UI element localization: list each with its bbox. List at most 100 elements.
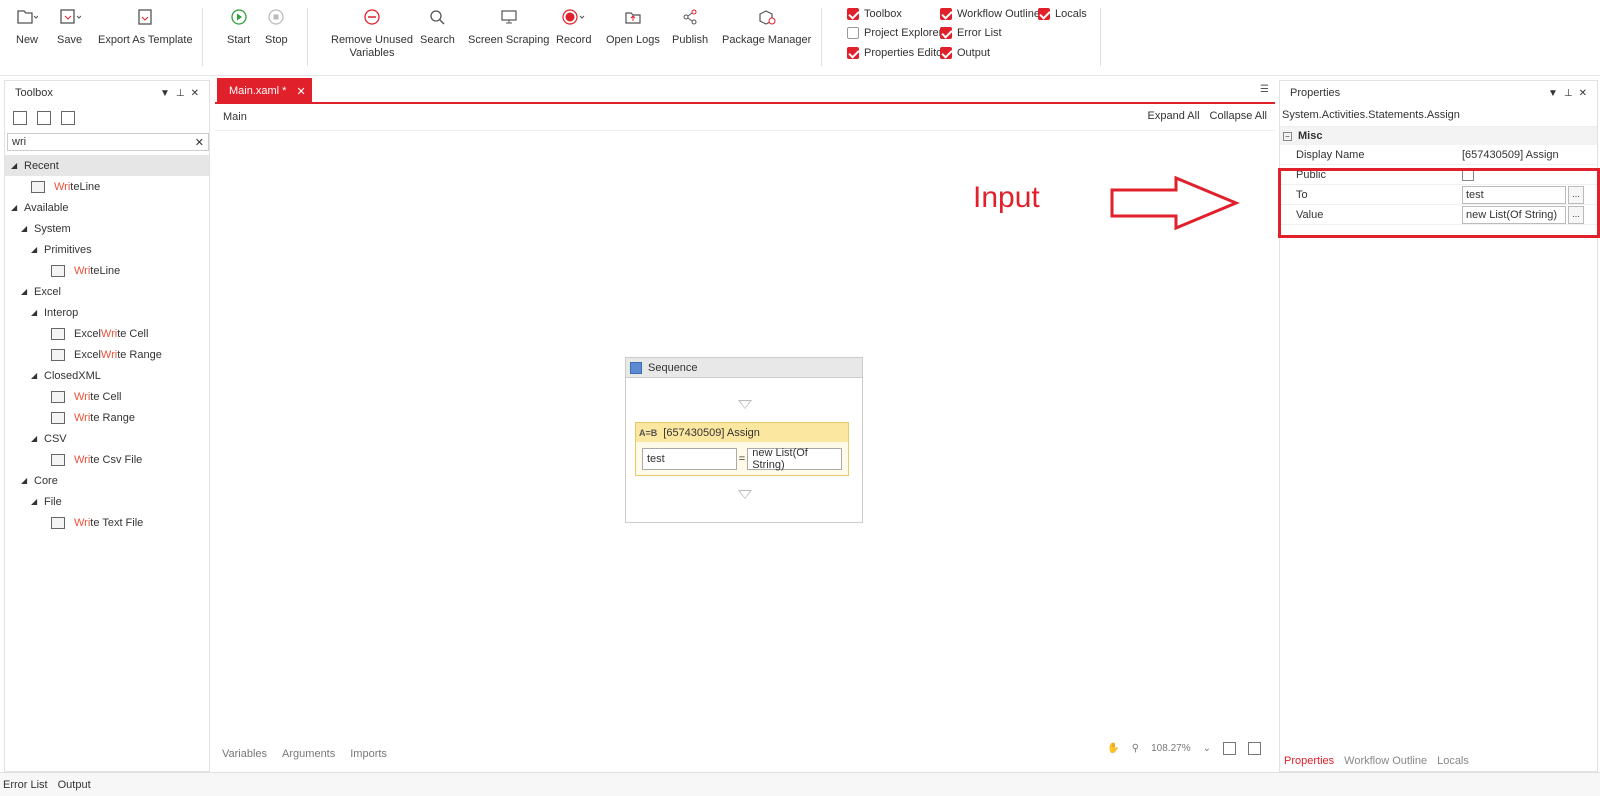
- toolbox-checkbox[interactable]: Toolbox: [847, 8, 902, 20]
- locals-checkbox[interactable]: Locals: [1038, 8, 1087, 20]
- properties-header: Properties ▼ ⊥ ✕: [1280, 81, 1597, 105]
- assign-to-input[interactable]: test: [642, 448, 737, 470]
- properties-activity-type: System.Activities.Statements.Assign: [1280, 105, 1597, 127]
- clear-search-icon[interactable]: ✕: [195, 136, 204, 149]
- zoom-level[interactable]: 108.27%: [1151, 743, 1190, 754]
- tab-close-icon[interactable]: ✕: [296, 85, 305, 98]
- tab-error-list[interactable]: Error List: [3, 779, 48, 791]
- package-manager-button[interactable]: Package Manager: [722, 6, 811, 47]
- tab-list-icon[interactable]: ☰: [1260, 84, 1269, 95]
- collapse-all-link[interactable]: Collapse All: [1210, 110, 1267, 122]
- tree-node-closedxml[interactable]: ◢ ClosedXML: [5, 365, 209, 386]
- collapse-all-icon[interactable]: [37, 111, 51, 125]
- pin-icon[interactable]: ⊥: [1564, 88, 1573, 99]
- close-icon[interactable]: ✕: [191, 88, 199, 99]
- zoom-search-icon[interactable]: ⚲: [1132, 743, 1139, 754]
- tree-node-excel[interactable]: ◢ Excel: [5, 281, 209, 302]
- project-explorer-checkbox[interactable]: Project Explorer: [847, 27, 942, 39]
- tree-node-primitives[interactable]: ◢ Primitives: [5, 239, 209, 260]
- open-logs-button[interactable]: Open Logs: [606, 6, 660, 47]
- tree-item-write-csv-file[interactable]: Wri te Csv File: [5, 449, 209, 470]
- toolbox-search-input[interactable]: wri ✕: [7, 133, 209, 151]
- tree-item-write-cell[interactable]: Wri te Cell: [5, 386, 209, 407]
- collapse-minus-icon[interactable]: −: [1283, 131, 1292, 141]
- remove-unused-variables-button[interactable]: Remove Unused Variables: [331, 6, 413, 60]
- assign-body: test = new List(Of String): [636, 442, 848, 476]
- properties-category-misc[interactable]: − Misc: [1280, 127, 1597, 145]
- play-icon: [230, 6, 248, 28]
- tree-node-available[interactable]: ◢ Available: [5, 197, 209, 218]
- list-view-icon[interactable]: [61, 111, 75, 125]
- search-button[interactable]: Search: [420, 6, 455, 47]
- tab-workflow-outline[interactable]: Workflow Outline: [1344, 755, 1427, 767]
- drop-target-icon[interactable]: [738, 490, 752, 499]
- monitor-icon: [500, 6, 518, 28]
- tab-main-xaml[interactable]: Main.xaml * ✕: [217, 78, 312, 104]
- assign-value-input[interactable]: new List(Of String): [747, 447, 842, 471]
- display-name-value[interactable]: [657430509] Assign: [1462, 149, 1597, 161]
- zoom-dropdown-icon[interactable]: ⌄: [1203, 743, 1211, 754]
- publish-button[interactable]: Publish: [672, 6, 708, 47]
- tree-item-excel-write-cell[interactable]: Excel Wri te Cell: [5, 323, 209, 344]
- export-template-button[interactable]: Export As Template: [98, 6, 193, 47]
- save-button[interactable]: Save: [57, 6, 82, 47]
- expanded-triangle-icon: ◢: [21, 476, 28, 485]
- error-list-checkbox[interactable]: Error List: [940, 27, 1002, 39]
- tab-variables[interactable]: Variables: [222, 748, 267, 760]
- assign-activity[interactable]: A=B [657430509] Assign test = new List(O…: [635, 422, 849, 476]
- new-button[interactable]: New: [16, 6, 38, 47]
- hand-pan-icon[interactable]: ✋: [1107, 743, 1119, 754]
- tree-item-write-text-file[interactable]: Wri te Text File: [5, 512, 209, 533]
- record-button[interactable]: Record: [556, 6, 591, 47]
- toolbox-title: Toolbox: [15, 87, 53, 99]
- tab-arguments[interactable]: Arguments: [282, 748, 335, 760]
- folder-icon: [624, 6, 642, 28]
- assign-header: A=B [657430509] Assign: [636, 423, 848, 442]
- fit-to-screen-icon[interactable]: [1223, 742, 1236, 755]
- tab-locals[interactable]: Locals: [1437, 755, 1469, 767]
- toolbox-toolbar: [5, 105, 209, 131]
- sequence-activity[interactable]: Sequence A=B [657430509] Assign test = n…: [625, 357, 863, 523]
- start-button[interactable]: Start: [227, 6, 250, 47]
- save-label: Save: [57, 34, 83, 46]
- screen-scraping-button[interactable]: Screen Scraping: [468, 6, 549, 47]
- package-icon: [757, 6, 777, 28]
- tab-output[interactable]: Output: [58, 779, 91, 791]
- tree-node-recent[interactable]: ◢ Recent: [5, 155, 209, 176]
- document-tabbar: Main.xaml * ✕ ☰: [215, 78, 1275, 104]
- overview-map-icon[interactable]: [1248, 742, 1261, 755]
- tab-imports[interactable]: Imports: [350, 748, 387, 760]
- tree-node-csv[interactable]: ◢ CSV: [5, 428, 209, 449]
- expanded-triangle-icon: ◢: [31, 497, 38, 506]
- record-icon: [561, 6, 587, 28]
- expanded-triangle-icon: ◢: [21, 224, 28, 233]
- dropdown-icon[interactable]: ▼: [1548, 88, 1558, 99]
- tab-properties[interactable]: Properties: [1284, 755, 1334, 767]
- tree-item-excel-write-range[interactable]: Excel Wri te Range: [5, 344, 209, 365]
- record-label: Record: [556, 34, 592, 46]
- tree-item-writeline[interactable]: Wri teLine: [5, 260, 209, 281]
- tree-item-writeline-recent[interactable]: Wri teLine: [5, 176, 209, 197]
- tree-node-system[interactable]: ◢ System: [5, 218, 209, 239]
- ribbon-separator: [202, 8, 203, 66]
- expanded-triangle-icon: ◢: [11, 161, 18, 170]
- zoom-controls: ✋ ⚲ 108.27% ⌄: [1107, 742, 1261, 755]
- expand-all-icon[interactable]: [13, 111, 27, 125]
- properties-editor-checkbox[interactable]: Properties Editor: [847, 47, 946, 59]
- drop-target-icon[interactable]: [738, 400, 752, 409]
- close-icon[interactable]: ✕: [1579, 88, 1587, 99]
- tree-item-write-range[interactable]: Wri te Range: [5, 407, 209, 428]
- breadcrumb[interactable]: Main: [223, 111, 247, 123]
- tree-node-file[interactable]: ◢ File: [5, 491, 209, 512]
- output-checkbox[interactable]: Output: [940, 47, 990, 59]
- tree-node-core[interactable]: ◢ Core: [5, 470, 209, 491]
- pin-icon[interactable]: ⊥: [176, 88, 185, 99]
- remove-icon: [363, 6, 381, 28]
- expand-all-link[interactable]: Expand All: [1148, 110, 1200, 122]
- workflow-outline-checkbox[interactable]: Workflow Outline: [940, 8, 1040, 20]
- dropdown-icon[interactable]: ▼: [160, 88, 170, 99]
- tree-node-interop[interactable]: ◢ Interop: [5, 302, 209, 323]
- stop-button[interactable]: Stop: [265, 6, 288, 47]
- writeline-icon: [31, 180, 45, 193]
- expanded-triangle-icon: ◢: [21, 287, 28, 296]
